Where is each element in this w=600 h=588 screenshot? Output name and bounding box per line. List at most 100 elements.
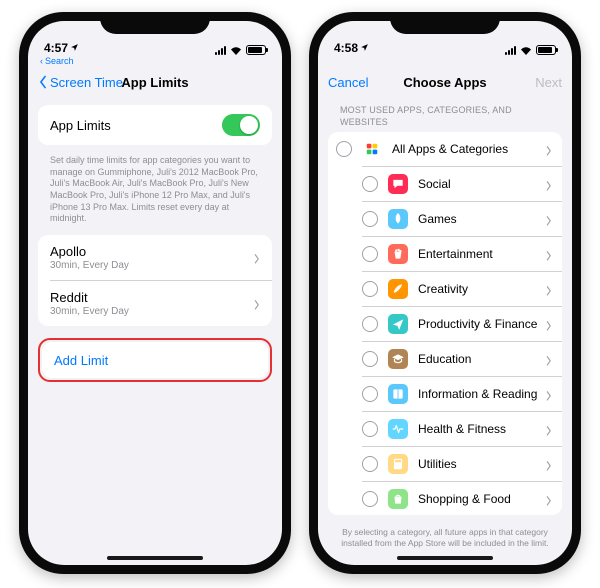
chevron-right-icon (545, 354, 552, 365)
category-label: Health & Fitness (418, 422, 545, 436)
category-label: Education (418, 352, 545, 366)
health-icon (388, 419, 408, 439)
wifi-icon (230, 46, 242, 55)
navbar: Screen Time App Limits (28, 66, 282, 99)
add-limit-button[interactable]: Add Limit (42, 342, 268, 378)
cellular-signal-icon (215, 46, 226, 55)
notch (390, 12, 500, 34)
next-button[interactable]: Next (535, 75, 562, 90)
limit-detail: 30min, Every Day (50, 260, 253, 271)
chevron-right-icon (545, 459, 552, 470)
shopping-icon (388, 489, 408, 509)
category-radio[interactable] (362, 421, 378, 437)
education-icon (388, 349, 408, 369)
notch (100, 12, 210, 34)
app-limits-toggle-row[interactable]: App Limits (38, 105, 272, 145)
category-row-productivity[interactable]: Productivity & Finance (362, 306, 562, 341)
category-row-games[interactable]: Games (362, 201, 562, 236)
category-radio[interactable] (362, 351, 378, 367)
chevron-right-icon (545, 284, 552, 295)
category-row-creativity[interactable]: Creativity (362, 271, 562, 306)
chevron-right-icon (545, 494, 552, 505)
productivity-icon (388, 314, 408, 334)
phone-app-limits: 4:57 ‹ Search (19, 12, 291, 574)
creativity-icon (388, 279, 408, 299)
cancel-button[interactable]: Cancel (328, 75, 368, 90)
phone-choose-apps: 4:58 Cancel Ch (309, 12, 581, 574)
entertainment-icon (388, 244, 408, 264)
social-icon (388, 174, 408, 194)
add-limit-label: Add Limit (54, 353, 256, 368)
category-row-education[interactable]: Education (362, 341, 562, 376)
chevron-right-icon (545, 249, 552, 260)
category-radio[interactable] (362, 176, 378, 192)
battery-icon (246, 45, 266, 55)
back-button[interactable]: Screen Time (38, 75, 123, 90)
app-limits-toggle[interactable] (222, 114, 260, 136)
category-label: Creativity (418, 282, 545, 296)
utilities-icon (388, 454, 408, 474)
chevron-left-icon (38, 75, 48, 89)
app-limits-toggle-group: App Limits (38, 105, 272, 145)
category-radio[interactable] (336, 141, 352, 157)
chevron-right-icon (545, 319, 552, 330)
add-limit-highlight: Add Limit (38, 338, 272, 382)
navbar: Cancel Choose Apps Next (318, 66, 572, 99)
limit-row[interactable]: Reddit30min, Every Day (50, 280, 272, 326)
category-radio[interactable] (362, 211, 378, 227)
information-icon (388, 384, 408, 404)
category-row-shopping[interactable]: Shopping & Food (362, 481, 562, 515)
app-limits-label: App Limits (50, 118, 222, 133)
category-label: Social (418, 177, 545, 191)
category-radio[interactable] (362, 246, 378, 262)
category-row-all[interactable]: All Apps & Categories (328, 132, 562, 166)
category-radio[interactable] (362, 281, 378, 297)
category-row-social[interactable]: Social (362, 166, 562, 201)
category-radio[interactable] (362, 491, 378, 507)
category-label: Games (418, 212, 545, 226)
chevron-right-icon (253, 298, 260, 309)
status-time: 4:58 (334, 41, 358, 55)
category-radio[interactable] (362, 386, 378, 402)
chevron-right-icon (545, 389, 552, 400)
category-label: Entertainment (418, 247, 545, 261)
category-row-health[interactable]: Health & Fitness (362, 411, 562, 446)
home-indicator[interactable] (397, 556, 493, 560)
category-label: Utilities (418, 457, 545, 471)
chevron-right-icon (545, 424, 552, 435)
location-icon (70, 41, 79, 55)
category-label: Productivity & Finance (418, 317, 545, 331)
category-list: All Apps & Categories Social Games Entertai… (328, 132, 562, 515)
home-indicator[interactable] (107, 556, 203, 560)
all-icon (362, 139, 382, 159)
chevron-right-icon (545, 179, 552, 190)
limit-detail: 30min, Every Day (50, 306, 253, 317)
category-row-entertainment[interactable]: Entertainment (362, 236, 562, 271)
limit-name: Reddit (50, 290, 253, 305)
section-header: MOST USED APPS, CATEGORIES, AND WEBSITES (328, 99, 562, 132)
status-time: 4:57 (44, 41, 68, 55)
category-radio[interactable] (362, 316, 378, 332)
category-label: Information & Reading (418, 387, 545, 401)
games-icon (388, 209, 408, 229)
screen-app-limits: 4:57 ‹ Search (28, 21, 282, 565)
chevron-right-icon (253, 252, 260, 263)
limit-name: Apollo (50, 244, 253, 259)
category-radio[interactable] (362, 456, 378, 472)
chevron-left-icon: ‹ (40, 56, 43, 66)
chevron-right-icon (545, 214, 552, 225)
screen-choose-apps: 4:58 Cancel Ch (318, 21, 572, 565)
category-row-information[interactable]: Information & Reading (362, 376, 562, 411)
breadcrumb-label: Search (45, 56, 74, 66)
category-label: All Apps & Categories (392, 142, 545, 156)
back-button-label: Screen Time (50, 75, 123, 90)
category-label: Shopping & Food (418, 492, 545, 506)
cellular-signal-icon (505, 46, 516, 55)
chevron-right-icon (545, 144, 552, 155)
existing-limits-group: Apollo30min, Every DayReddit30min, Every… (38, 235, 272, 326)
app-limits-footer: Set daily time limits for app categories… (38, 151, 272, 235)
location-icon (360, 41, 369, 55)
breadcrumb[interactable]: ‹ Search (28, 56, 282, 66)
category-row-utilities[interactable]: Utilities (362, 446, 562, 481)
limit-row[interactable]: Apollo30min, Every Day (38, 235, 272, 280)
